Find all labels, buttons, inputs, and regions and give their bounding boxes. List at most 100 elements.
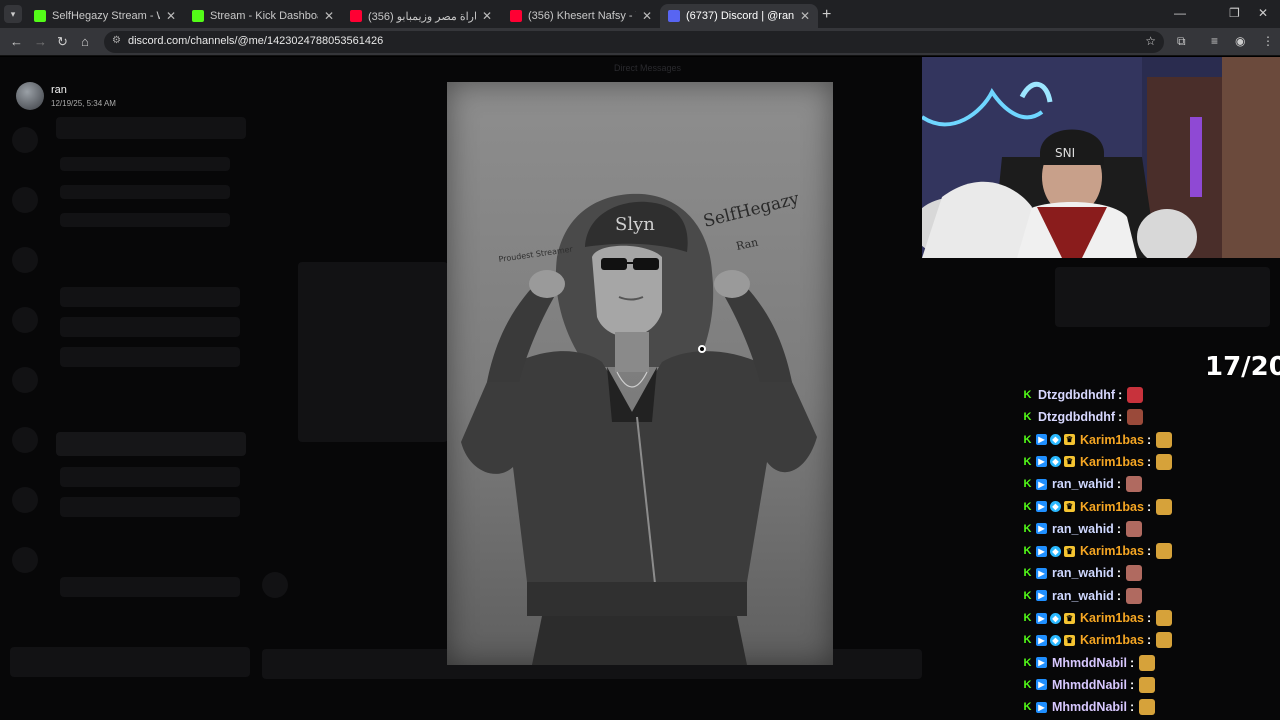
extensions-icon[interactable]: ⧉ <box>1177 34 1186 49</box>
dm-list-item <box>60 157 230 171</box>
browser-tab[interactable]: (6737) Discord | @ran ✕ <box>660 4 818 28</box>
pin-badge-icon: ▶ <box>1036 701 1047 713</box>
chat-separator: : <box>1118 410 1123 425</box>
profile-avatar-icon[interactable]: ◉ <box>1235 34 1245 48</box>
minimize-icon[interactable]: — <box>1174 6 1186 20</box>
avatar[interactable] <box>16 82 44 110</box>
dance-emote-icon <box>1156 543 1173 560</box>
crown-badge-icon: ♛ <box>1064 612 1075 624</box>
reload-icon[interactable]: ↻ <box>57 34 68 50</box>
close-tab-icon[interactable]: ✕ <box>324 9 334 23</box>
chat-separator: : <box>1130 655 1135 670</box>
drawing-signature: SelfHegazy <box>701 189 801 232</box>
svg-text:SNI: SNI <box>1055 146 1075 160</box>
close-tab-icon[interactable]: ✕ <box>166 9 176 23</box>
address-bar[interactable]: ⚙ discord.com/channels/@me/1423024788053… <box>104 31 1164 53</box>
chat-username[interactable]: MhmddNabil <box>1052 656 1127 670</box>
chat-message: K ▶ ◆ ♛ Karim1bas: <box>1022 541 1173 561</box>
dance-emote-icon <box>1139 699 1156 716</box>
browser-tab[interactable]: (356) Khesert Nafsy - YouTube ✕ <box>502 4 660 28</box>
crown-badge-icon: ♛ <box>1064 456 1075 468</box>
chat-username[interactable]: Dtzgdbdhdhf <box>1038 410 1115 424</box>
kick-badge-icon: K <box>1023 567 1032 580</box>
pin-badge-icon: ▶ <box>1036 567 1047 579</box>
close-tab-icon[interactable]: ✕ <box>482 9 492 23</box>
profile-panel-section <box>1055 267 1270 327</box>
tab-search-menu-icon[interactable]: ▾ <box>4 5 22 23</box>
kick-badge-icon: K <box>1023 612 1032 624</box>
progress-counter: 17/20 <box>1205 352 1280 382</box>
chat-username[interactable]: ran_wahid <box>1052 566 1114 580</box>
viewer-author: ran 12/19/25, 5:34 AM <box>16 82 116 110</box>
chat-separator: : <box>1116 477 1121 492</box>
tab-title: (356) ملخص مباراة مصر وزيمبابو <box>368 10 476 23</box>
server-icon <box>12 427 38 453</box>
tab-title: (356) Khesert Nafsy - YouTube <box>528 10 636 22</box>
chat-username[interactable]: ran_wahid <box>1052 522 1114 536</box>
pin-badge-icon: ▶ <box>1036 456 1047 468</box>
gem-badge-icon: ◆ <box>1050 634 1061 646</box>
pin-badge-icon: ▶ <box>1036 612 1047 624</box>
stream-chat-overlay: K Dtzgdbdhdhf: K Dtzgdbdhdhf: K ▶ ◆ ♛ Karim1bas:… <box>1022 386 1272 720</box>
tab-title: Stream - Kick Dashboard <box>210 10 318 22</box>
chat-username[interactable]: ran_wahid <box>1052 589 1114 603</box>
new-tab-button[interactable]: + <box>822 6 831 24</box>
face-emote-icon <box>1126 587 1142 604</box>
chat-username[interactable]: Karim1bas <box>1080 544 1144 558</box>
browser-tab-bar: ▾ SelfHegazy Stream - Watch Live✕Stream … <box>0 0 1280 28</box>
dm-list-item-selected <box>56 432 246 456</box>
dance-emote-icon <box>1156 498 1173 515</box>
dance-emote-icon <box>1156 431 1173 448</box>
chat-username[interactable]: Dtzgdbdhdhf <box>1038 388 1115 402</box>
server-icon <box>12 547 38 573</box>
face-emote-icon <box>1126 565 1142 582</box>
dm-list-item <box>60 287 240 307</box>
close-window-icon[interactable]: ✕ <box>1258 6 1268 20</box>
chat-username[interactable]: Karim1bas <box>1080 500 1144 514</box>
dm-list-item <box>60 577 240 597</box>
chat-username[interactable]: MhmddNabil <box>1052 700 1127 714</box>
browser-toolbar: ← → ↻ ⌂ ⚙ discord.com/channels/@me/14230… <box>0 28 1280 56</box>
chat-username[interactable]: Karim1bas <box>1080 611 1144 625</box>
browser-tab[interactable]: SelfHegazy Stream - Watch Live ✕ <box>26 4 184 28</box>
kick-badge-icon: K <box>1023 478 1032 491</box>
chat-username[interactable]: Karim1bas <box>1080 633 1144 647</box>
youtube-icon <box>510 10 522 22</box>
site-info-icon[interactable]: ⚙ <box>112 35 121 46</box>
tab-title: SelfHegazy Stream - Watch Live <box>52 10 160 22</box>
find-conversation-box <box>56 117 246 139</box>
browser-tab[interactable]: Stream - Kick Dashboard ✕ <box>184 4 342 28</box>
back-icon[interactable]: ← <box>10 34 23 49</box>
bookmark-star-icon[interactable]: ☆ <box>1145 34 1156 48</box>
maximize-icon[interactable]: ❐ <box>1229 6 1240 20</box>
chat-username[interactable]: MhmddNabil <box>1052 678 1127 692</box>
chat-separator: : <box>1118 388 1123 402</box>
chat-message: K ▶ ran_wahid: <box>1022 586 1142 606</box>
server-icon <box>12 247 38 273</box>
chat-username[interactable]: ran_wahid <box>1052 477 1114 491</box>
pin-badge-icon: ▶ <box>1036 545 1047 557</box>
chat-separator: : <box>1116 588 1121 603</box>
chat-username[interactable]: Karim1bas <box>1080 433 1144 447</box>
close-tab-icon[interactable]: ✕ <box>800 9 810 23</box>
webcam-feed: SNI <box>922 57 1280 258</box>
dance-emote-icon <box>1156 453 1173 470</box>
forward-icon[interactable]: → <box>34 34 47 49</box>
chat-message: K ▶ MhmddNabil: <box>1022 697 1156 717</box>
chat-username[interactable]: Karim1bas <box>1080 455 1144 469</box>
browser-tab[interactable]: (356) ملخص مباراة مصر وزيمبابو ✕ <box>342 4 500 28</box>
chat-message: K Dtzgdbdhdhf: <box>1022 386 1144 405</box>
pin-badge-icon: ▶ <box>1036 478 1047 490</box>
kick-icon <box>34 10 46 22</box>
close-tab-icon[interactable]: ✕ <box>642 9 652 23</box>
media-controls-icon[interactable]: ≡ <box>1211 34 1218 48</box>
chat-separator: : <box>1146 454 1152 469</box>
viewer-image[interactable]: Slyn SelfHegazy Ran Proudest Streamer <box>447 82 833 665</box>
kick-badge-icon: K <box>1023 678 1032 691</box>
crown-badge-icon: ♛ <box>1064 545 1075 557</box>
home-icon[interactable]: ⌂ <box>81 34 89 49</box>
author-name[interactable]: ran <box>51 84 67 96</box>
gem-badge-icon: ◆ <box>1050 434 1061 446</box>
browser-menu-icon[interactable]: ⋮ <box>1262 34 1274 48</box>
attachment-preview <box>298 262 448 442</box>
